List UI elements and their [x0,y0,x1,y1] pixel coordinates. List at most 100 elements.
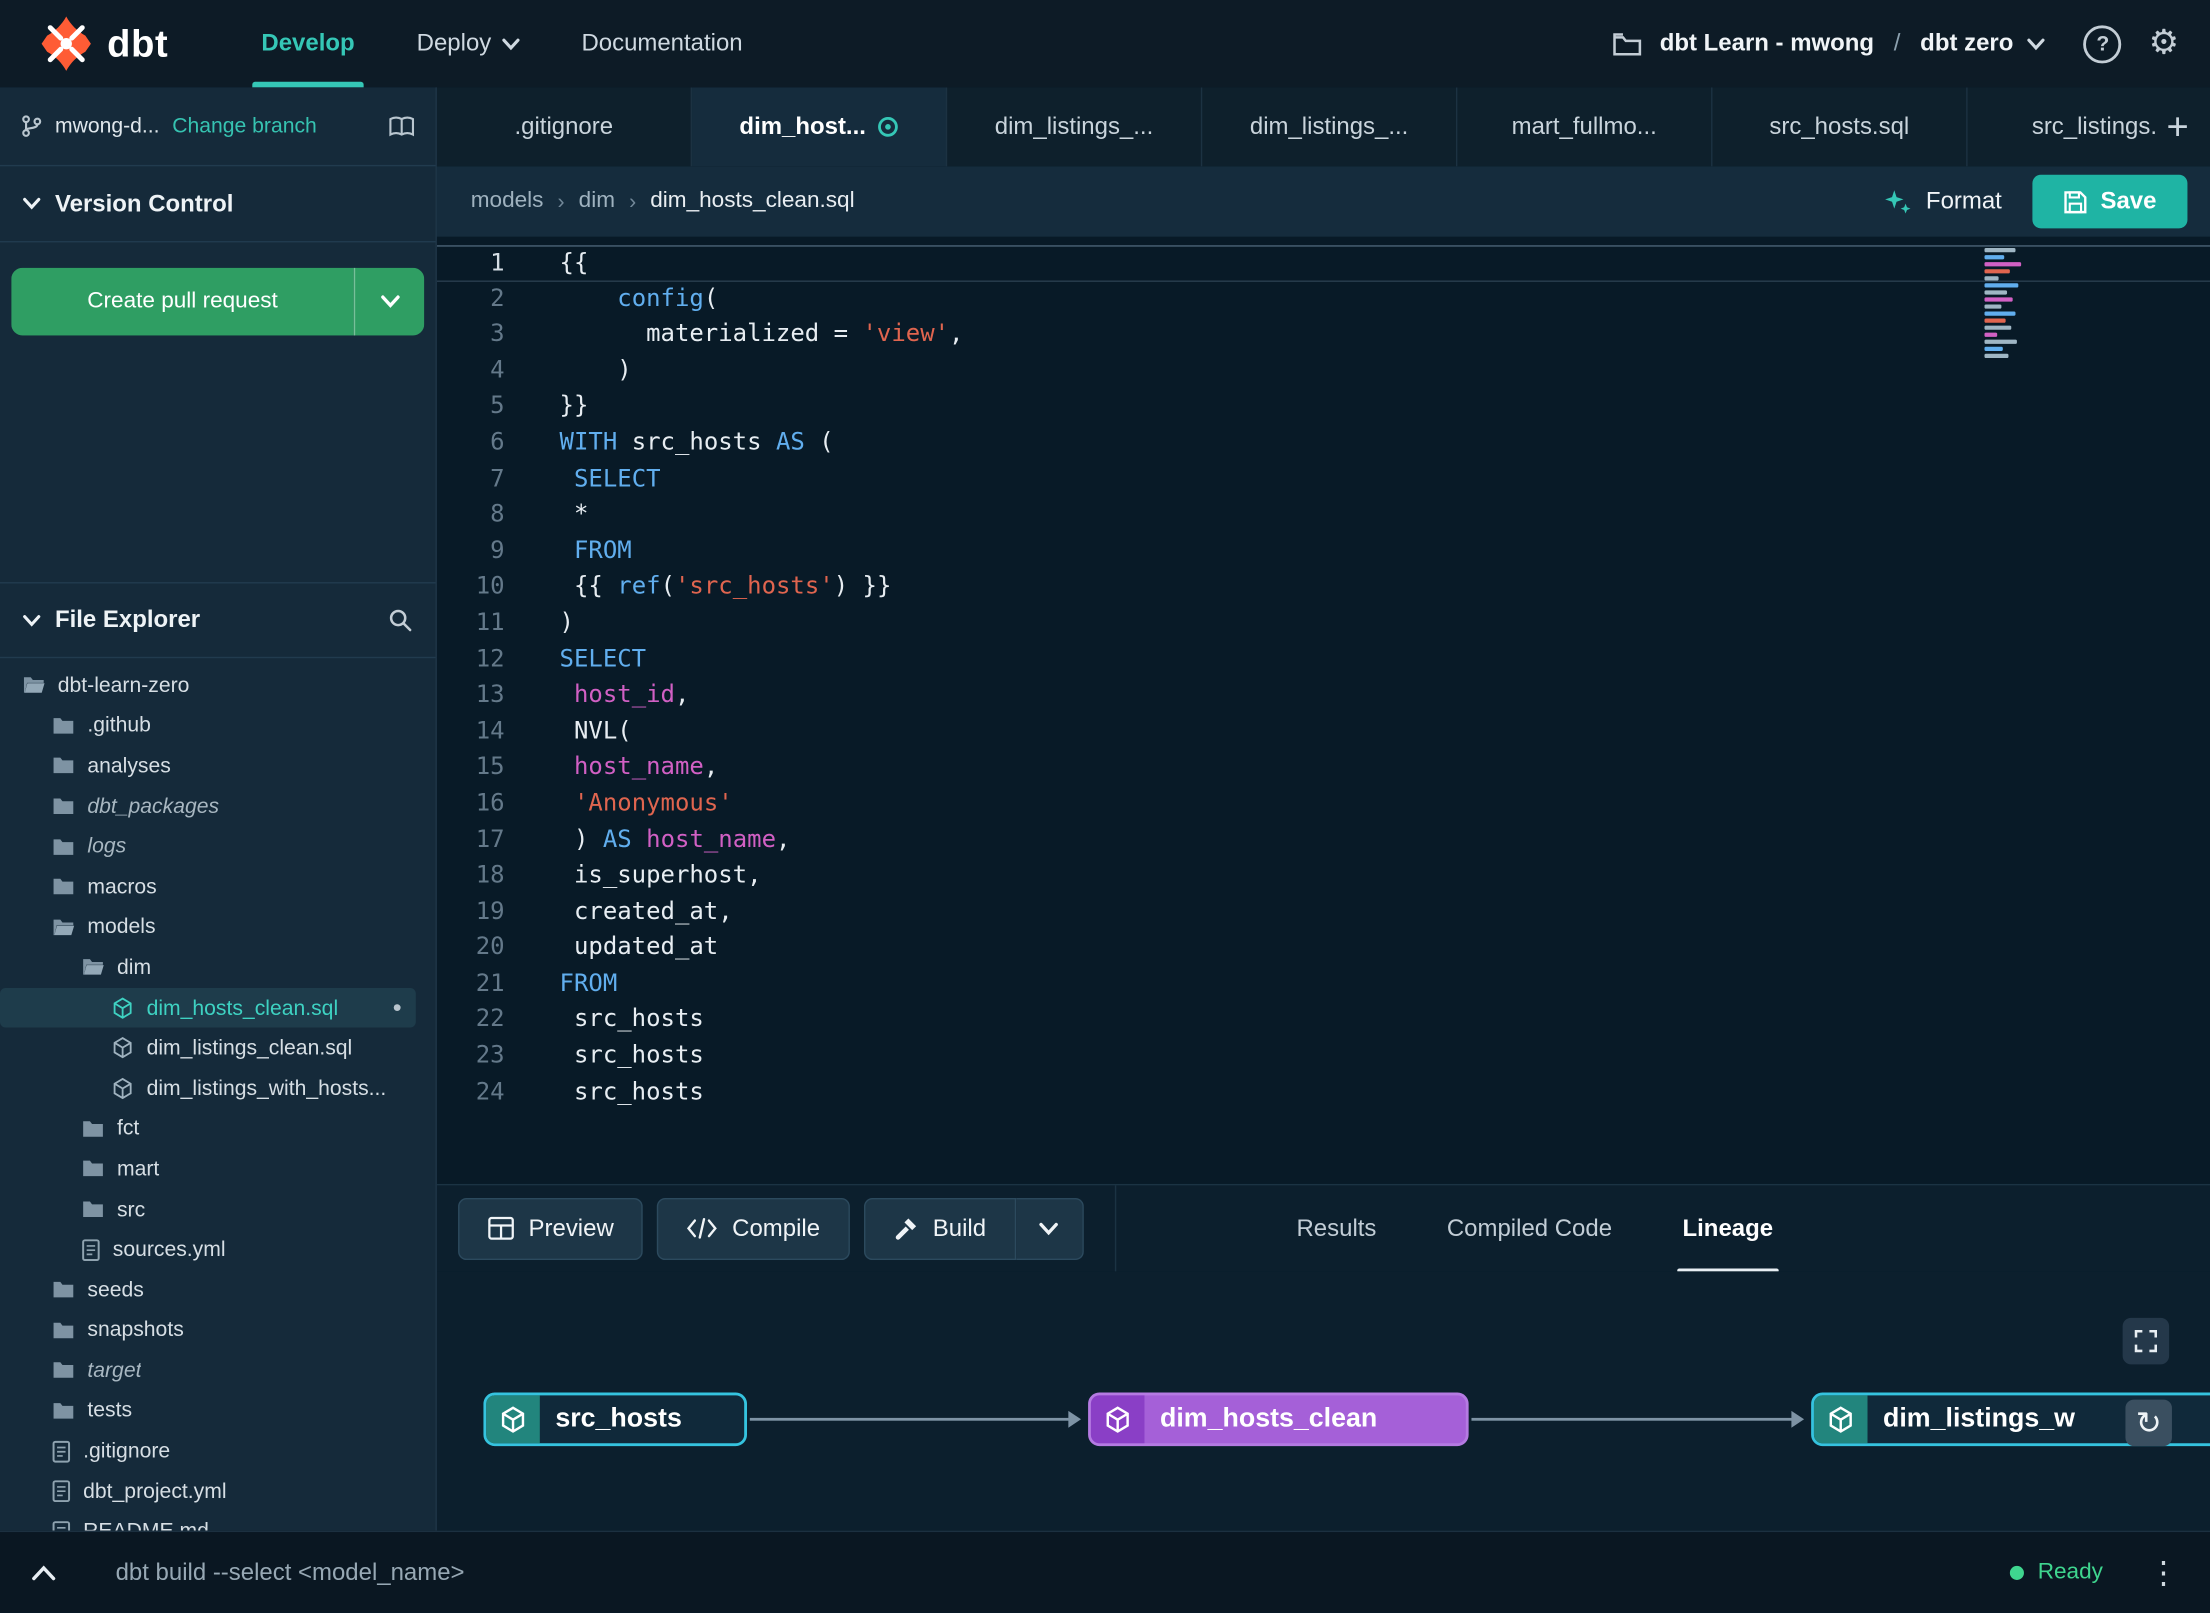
docs-book-icon[interactable] [388,115,416,138]
code-line[interactable]: 5}} [437,390,2210,426]
tree-item-target[interactable]: target [0,1350,416,1390]
tree-item-dbt-learn-zero[interactable]: dbt-learn-zero [0,665,416,705]
nav-develop[interactable]: Develop [230,0,385,88]
file-icon [52,1480,71,1503]
code-line[interactable]: 15 host_name, [437,750,2210,786]
code-editor[interactable]: 1{{2 config(3 materialized = 'view', 4 ) 5… [436,236,2210,1184]
tree-item--github[interactable]: .github [0,706,416,746]
breadcrumb-dim[interactable]: dim [579,189,615,214]
format-button[interactable]: Format [1884,187,2002,217]
tree-item-label: dbt_packages [87,794,220,819]
code-line[interactable]: 19 created_at, [437,895,2210,931]
help-icon[interactable]: ? [2083,24,2122,63]
kebab-menu-icon[interactable]: ⋮ [2148,1554,2179,1591]
refresh-icon[interactable]: ↻ [2125,1399,2172,1447]
tree-item-snapshots[interactable]: snapshots [0,1310,416,1350]
tab-dim-hosts-clean[interactable]: dim_host... [692,87,948,167]
chevron-down-icon [1039,1222,1059,1235]
tree-item-models[interactable]: models [0,907,416,947]
project-breadcrumb[interactable]: dbt Learn - mwong / dbt zero [1660,30,2046,58]
code-line[interactable]: 4 ) [437,353,2210,389]
lineage-graph[interactable]: src_hosts dim_hosts_clean dim_listings_w… [436,1271,2210,1531]
code-line[interactable]: 11) [437,606,2210,642]
gear-icon[interactable]: ⚙ [2149,26,2179,61]
code-line[interactable]: 17 ) AS host_name, [437,822,2210,858]
tab-mart-fullmoon[interactable]: mart_fullmo... [1457,87,1713,167]
tree-item-readme-md[interactable]: README.md [0,1512,416,1531]
nav-deploy[interactable]: Deploy [386,0,551,87]
code-line[interactable]: 1 {{ [436,245,2210,282]
tab-results[interactable]: Results [1297,1185,1377,1272]
minimap[interactable] [1984,248,2038,358]
editor-actions: Format Save [1884,174,2188,229]
folder-icon [52,1361,75,1381]
code-line[interactable]: 6 WITH src_hosts AS ( [437,426,2210,462]
tab-dim-listings-1[interactable]: dim_listings_... [947,87,1203,167]
tree-item--gitignore[interactable]: .gitignore [0,1431,416,1471]
tree-item-dim-listings-clean-sql[interactable]: dim_listings_clean.sql [0,1028,416,1068]
save-button[interactable]: Save [2032,174,2188,229]
tab-src-hosts[interactable]: src_hosts.sql [1712,87,1968,167]
tree-item-mart[interactable]: mart [0,1149,416,1189]
dbt-logo[interactable]: dbt [37,14,169,73]
code-line[interactable]: 2 config( [437,281,2210,317]
code-line[interactable]: 16 'Anonymous' [437,786,2210,822]
tree-item-analyses[interactable]: analyses [0,746,416,786]
tree-item-dbt-project-yml[interactable]: dbt_project.yml [0,1471,416,1511]
tree-item-dbt-packages[interactable]: dbt_packages [0,786,416,826]
code-line[interactable]: 10 {{ ref('src_hosts') }} [437,570,2210,606]
code-line[interactable]: 22 src_hosts [437,1003,2210,1039]
compile-button[interactable]: Compile [657,1197,850,1260]
lineage-node-dim-hosts-clean[interactable]: dim_hosts_clean [1088,1392,1469,1447]
search-icon[interactable] [388,607,413,632]
tab-compiled-code[interactable]: Compiled Code [1447,1185,1612,1272]
tab-gitignore[interactable]: .gitignore [437,87,693,167]
code-line[interactable]: 8 * [437,498,2210,534]
code-line[interactable]: 9 FROM [437,534,2210,570]
breadcrumb-bar: models › dim › dim_hosts_clean.sql Forma… [436,166,2210,237]
code-icon [687,1217,718,1239]
fullscreen-button[interactable] [2122,1317,2170,1365]
tree-item-logs[interactable]: logs [0,826,416,866]
code-line[interactable]: 7 SELECT [437,462,2210,498]
tree-item-dim-listings-with-hosts-[interactable]: dim_listings_with_hosts... [0,1068,416,1108]
build-dropdown[interactable] [1015,1197,1084,1260]
change-branch-link[interactable]: Change branch [172,114,317,138]
code-line[interactable]: 12 SELECT [437,642,2210,678]
lineage-node-src-hosts[interactable]: src_hosts [483,1392,748,1447]
code-line[interactable]: 21 FROM [437,967,2210,1003]
command-input[interactable]: dbt build --select <model_name> [116,1558,465,1586]
new-tab-button[interactable]: + [2154,87,2202,166]
expand-panel-chevron-up-icon[interactable] [20,1552,68,1591]
code-line[interactable]: 24 src_hosts [437,1075,2210,1111]
tab-lineage[interactable]: Lineage [1676,1185,1780,1273]
tree-item-tests[interactable]: tests [0,1391,416,1431]
tree-item-seeds[interactable]: seeds [0,1270,416,1310]
breadcrumb-models[interactable]: models [471,189,544,214]
nav-documentation[interactable]: Documentation [550,0,773,87]
code-line[interactable]: 13 host_id, [437,678,2210,714]
tree-item-macros[interactable]: macros [0,867,416,907]
tree-item-dim-hosts-clean-sql[interactable]: dim_hosts_clean.sql • [0,987,416,1028]
create-pr-button[interactable]: Create pull request [11,267,354,336]
create-pr-dropdown[interactable] [353,267,425,336]
preview-button[interactable]: Preview [458,1197,644,1260]
code-line[interactable]: 14 NVL( [437,714,2210,750]
code-line[interactable]: 3 materialized = 'view', [437,317,2210,353]
panel-tab-label: Lineage [1682,1214,1774,1242]
file-explorer-header[interactable]: File Explorer [0,582,436,659]
tree-item-fct[interactable]: fct [0,1109,416,1149]
tree-item-dim[interactable]: dim [0,947,416,987]
tree-item-src[interactable]: src [0,1189,416,1229]
code-line[interactable]: 20 updated_at [437,931,2210,967]
build-button[interactable]: Build [863,1197,1016,1260]
code-line[interactable]: 18 is_superhost, [437,858,2210,894]
tab-dim-listings-2[interactable]: dim_listings_... [1202,87,1458,167]
file-icon [82,1238,100,1261]
action-panel: Preview Compile Build Results Compiled C… [436,1183,2210,1273]
folder-icon [52,877,75,897]
tree-item-sources-yml[interactable]: sources.yml [0,1229,416,1269]
version-control-header[interactable]: Version Control [0,166,436,243]
code-line[interactable]: 23 src_hosts [437,1039,2210,1075]
line-number: 19 [475,897,505,926]
